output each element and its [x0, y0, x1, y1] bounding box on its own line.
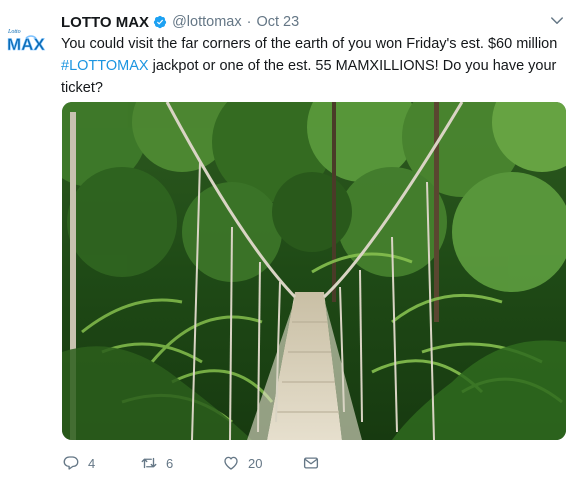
display-name[interactable]: LOTTO MAX: [61, 14, 149, 31]
retweet-icon: [141, 457, 157, 469]
tweet-header: LOTTO MAX @lottomax · Oct 23: [61, 12, 299, 32]
avatar[interactable]: Lotto MAX: [6, 24, 50, 54]
chevron-down-icon[interactable]: [548, 12, 566, 30]
reply-button[interactable]: 4: [62, 452, 95, 474]
verified-badge-icon: [153, 15, 167, 29]
jungle-bridge-photo: [62, 102, 566, 440]
retweet-button[interactable]: 6: [140, 452, 173, 474]
hashtag-link[interactable]: #LOTTOMAX: [61, 58, 149, 74]
retweet-count: 6: [166, 455, 174, 471]
header-separator: ·: [246, 14, 252, 30]
timestamp[interactable]: Oct 23: [256, 14, 299, 30]
like-count: 20: [248, 455, 263, 471]
direct-message-button[interactable]: [302, 452, 320, 474]
like-icon: [224, 456, 238, 470]
tweet-text-part-1: You could visit the far corners of the e…: [61, 36, 558, 52]
tweet-media-image[interactable]: [62, 102, 566, 440]
user-handle[interactable]: @lottomax: [172, 14, 242, 30]
lotto-max-logo: Lotto MAX: [7, 29, 46, 54]
like-button[interactable]: 20: [222, 452, 262, 474]
tweet-card[interactable]: Lotto MAX LOTTO MAX @lottomax · Oct 23 Y…: [0, 0, 576, 478]
tweet-text: You could visit the far corners of the e…: [61, 33, 566, 99]
direct-message-icon: [303, 457, 319, 469]
reply-icon: [63, 456, 79, 470]
reply-count: 4: [88, 455, 96, 471]
